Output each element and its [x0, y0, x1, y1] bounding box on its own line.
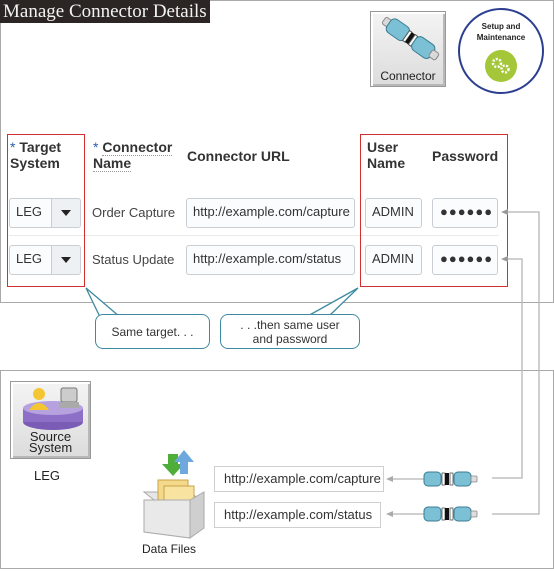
data-file-url-capture: http://example.com/capture [214, 466, 384, 492]
data-files-icon [142, 450, 205, 539]
arrow-head-icon [386, 476, 393, 482]
source-system-icon [23, 387, 83, 430]
source-system-tile: Source System [10, 381, 91, 459]
source-system-line2: System [28, 440, 73, 455]
callout-tail-target [85, 287, 122, 318]
callout-same-target: Same target. . . [95, 314, 210, 349]
data-files-label: Data Files [142, 542, 197, 556]
callout-tail-credentials [303, 287, 359, 318]
arrow-head-icon [501, 209, 508, 215]
arrow-head-icon [501, 256, 508, 262]
connector-line-1 [492, 211, 540, 515]
connector-icon [423, 506, 478, 522]
arrow-head-icon [386, 511, 393, 517]
data-file-url-status: http://example.com/status [214, 502, 381, 528]
connector-icon [423, 471, 478, 487]
source-system-name: LEG [34, 468, 61, 483]
callout-same-credentials: . . .then same user and password [220, 314, 360, 349]
connector-line-2 [492, 258, 523, 479]
